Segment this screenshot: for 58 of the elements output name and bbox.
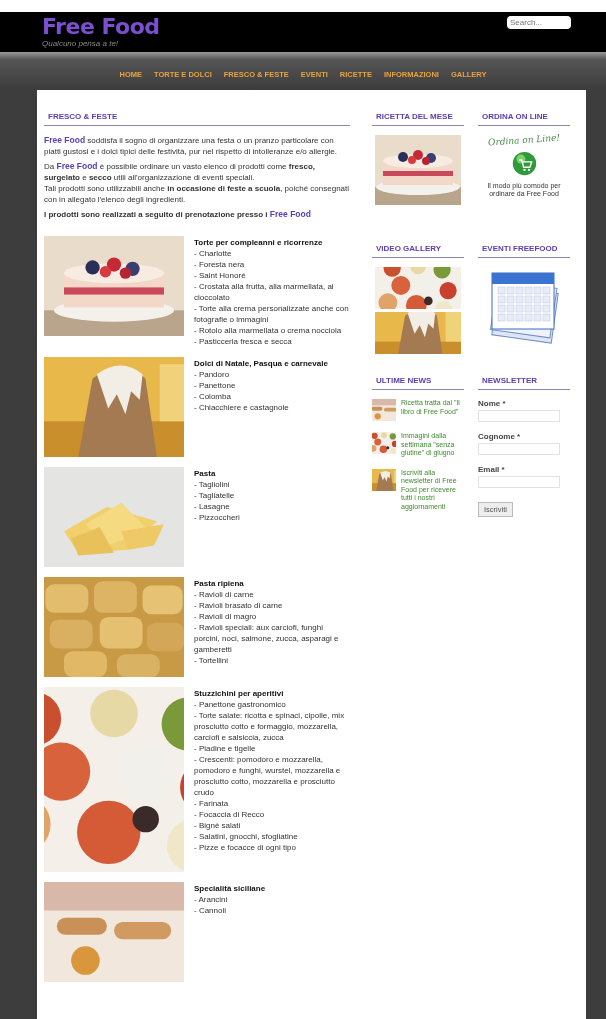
product-item: - Salatini, gnocchi, sfogliatine [194,831,299,842]
product-item: - Pasticceria fresca e secca [194,336,293,347]
product-item: - Panettone gastronomico [194,699,287,710]
product-item: - Tagliolini [194,479,231,490]
product-item: - Foresta nera [194,259,246,270]
field-label: Email * [478,465,506,474]
widget-heading: ULTIME NEWS [375,376,433,386]
field-label: Cognome * [478,432,522,441]
product-item: - Rotolo alla marmellata o crema nocciola [194,325,343,336]
text-field[interactable] [478,410,560,422]
product-item: - Tagliatelle [194,490,236,501]
product-item: - Ravioli brasato di carne [194,600,284,611]
site-logo[interactable]: Free Food [42,15,160,39]
product-title: Pasta [194,468,217,479]
product-item: - Charlotte [194,248,233,259]
product-item: - Focaccia di Recco [194,809,266,820]
product-title: Specialità siciliane [194,883,266,894]
product-item: - Ravioli di carne [194,589,255,600]
product-item: - Pizzoccheri [194,512,240,523]
product-title: Stuzzichini per aperitivi [194,688,285,699]
product-item: - Chiacchiere e castagnole [194,402,290,413]
product-item: - Cannoli [194,905,227,916]
product-item: - Torte salate: ricotta e spinaci, cipolle, mix prosciutto cotto e formaggio, mozzarella, carciofi e salsiccia, zucca [194,710,346,743]
product-item: - Crescenti: pomodoro e mozzarella, pomodoro e funghi, wurstel, mozzarella e prosciutto cotto, mozzarella e prosciutto crudo [194,754,342,798]
product-item: - Pizze e focacce di ogni tipo [194,842,297,853]
product-item: - Torte alla crema personalizzate anche con fotografie o immagini [194,303,350,325]
product-item: - Tortellini [194,655,230,666]
tagline: Qualcuno pensa a te! [42,39,120,49]
product-item: - Ravioli speciali: aux carciofi, funghi porcini, noci, salmone, zucca, asparagi e gamberetti [194,622,340,655]
widget-heading: VIDEO GALLERY [375,244,443,254]
widget-heading: EVENTI FREEFOOD [481,244,559,254]
product-item: - Crostata alla frutta, alla marmellata, al cioccolato [194,281,335,303]
widget-heading: NEWSLETTER [481,376,539,386]
product-item: - Arancini [194,894,229,905]
text-field[interactable] [478,476,560,488]
product-item: - Pandoro [194,369,231,380]
cart-globe-icon[interactable] [510,151,538,178]
section-heading: FRESCO & FESTE [47,112,119,122]
intro-paragraph: Free Food soddisfa il sogno di organizzare una festa o un pranzo particolare con piatti gustosi e i dolci tipici delle festività, pur nel rispetto di intolleranze e/o allergie. [44,135,339,157]
product-item: - Lasagne [194,501,231,512]
product-title: Dolci di Natale, Pasqua e carnevale [194,358,328,369]
product-item: - Colomba [194,391,232,402]
intro-paragraph: Da Free Food è possibile ordinare un vasto elenco di prodotti come fresco, surgelato e secco utili all'organizzazione di eventi speciali. Tali prodotti sono utilizzabili anche in occasione di feste a scuola, poiché consegnati con in allegato l'elenco degli ingredienti. [44,161,350,205]
field-label: Nome * [478,399,507,408]
product-item: - Bignè salati [194,820,242,831]
product-title: Pasta ripiena [194,578,245,589]
intro-paragraph: I prodotti sono realizzati a seguito di prenotazione presso i Free Food [44,209,312,220]
widget-heading: ORDINA ON LINE [481,112,549,122]
product-item: - Ravioli di magro [194,611,258,622]
product-item: - Panettone [194,380,237,391]
text-field[interactable] [478,443,560,455]
product-item: - Saint Honoré [194,270,247,281]
product-item: - Farinata [194,798,230,809]
promo-headline[interactable]: Ordina on Line! [477,131,571,149]
product-title: Torte per compleanni e ricorrenze [194,237,324,248]
search-field[interactable]: Search... [507,16,571,29]
widget-heading: RICETTA DEL MESE [375,112,454,122]
product-item: - Piadine e tigelle [194,743,257,754]
